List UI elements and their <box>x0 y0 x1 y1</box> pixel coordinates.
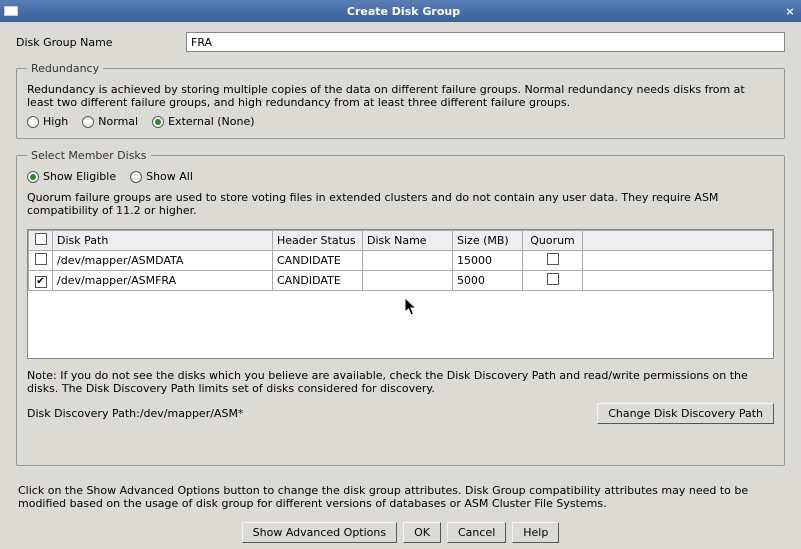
disk-group-name-label: Disk Group Name <box>16 36 186 49</box>
radio-icon <box>27 116 39 128</box>
header-status[interactable]: Header Status <box>273 231 363 251</box>
disk-table-wrap: Disk Path Header Status Disk Name Size (… <box>27 229 774 359</box>
cell-disk-name <box>363 251 453 271</box>
quorum-desc: Quorum failure groups are used to store … <box>27 191 774 217</box>
redundancy-normal[interactable]: Normal <box>82 115 138 128</box>
header-disk-name[interactable]: Disk Name <box>363 231 453 251</box>
redundancy-options: High Normal External (None) <box>27 115 774 128</box>
redundancy-group: Redundancy Redundancy is achieved by sto… <box>16 62 785 139</box>
redundancy-desc: Redundancy is achieved by storing multip… <box>27 83 774 109</box>
cell-path: /dev/mapper/ASMFRA <box>53 271 273 291</box>
cell-size: 15000 <box>453 251 523 271</box>
filter-all[interactable]: Show All <box>130 170 193 183</box>
disk-table: Disk Path Header Status Disk Name Size (… <box>28 230 773 291</box>
quorum-checkbox[interactable] <box>547 273 559 285</box>
cell-disk-name <box>363 271 453 291</box>
redundancy-high[interactable]: High <box>27 115 68 128</box>
radio-label: High <box>43 115 68 128</box>
cell-header-status: CANDIDATE <box>273 271 363 291</box>
quorum-checkbox[interactable] <box>547 253 559 265</box>
ok-button[interactable]: OK <box>403 522 441 543</box>
disk-group-name-row: Disk Group Name <box>16 32 785 52</box>
header-quorum[interactable]: Quorum <box>523 231 583 251</box>
member-disks-legend: Select Member Disks <box>27 149 151 162</box>
cancel-button[interactable]: Cancel <box>447 522 506 543</box>
window-title: Create Disk Group <box>24 5 783 18</box>
table-row[interactable]: /dev/mapper/ASMFRA CANDIDATE 5000 <box>29 271 773 291</box>
redundancy-legend: Redundancy <box>27 62 103 75</box>
header-size[interactable]: Size (MB) <box>453 231 523 251</box>
radio-label: Normal <box>98 115 138 128</box>
checkbox-icon <box>35 233 47 245</box>
window-icon <box>4 6 18 16</box>
member-filter: Show Eligible Show All <box>27 170 774 183</box>
discovery-label: Disk Discovery Path: <box>27 407 140 420</box>
radio-label: External (None) <box>168 115 254 128</box>
cell-header-status: CANDIDATE <box>273 251 363 271</box>
header-select-all[interactable] <box>29 231 53 251</box>
discovery-row: Disk Discovery Path: /dev/mapper/ASM* Ch… <box>27 403 774 424</box>
dialog-window: Create Disk Group × Disk Group Name Redu… <box>0 0 801 549</box>
radio-icon <box>82 116 94 128</box>
discovery-value: /dev/mapper/ASM* <box>140 407 244 420</box>
change-discovery-button[interactable]: Change Disk Discovery Path <box>597 403 774 424</box>
radio-label: Show Eligible <box>43 170 116 183</box>
discovery-note: Note: If you do not see the disks which … <box>27 369 774 395</box>
header-path[interactable]: Disk Path <box>53 231 273 251</box>
row-checkbox[interactable] <box>35 253 47 265</box>
radio-icon <box>152 116 164 128</box>
show-advanced-button[interactable]: Show Advanced Options <box>242 522 397 543</box>
row-checkbox[interactable] <box>35 276 47 288</box>
radio-label: Show All <box>146 170 193 183</box>
radio-icon <box>130 171 142 183</box>
help-button[interactable]: Help <box>512 522 559 543</box>
footer-text: Click on the Show Advanced Options butto… <box>18 484 783 510</box>
content: Disk Group Name Redundancy Redundancy is… <box>0 22 801 549</box>
filter-eligible[interactable]: Show Eligible <box>27 170 116 183</box>
close-icon[interactable]: × <box>783 5 797 18</box>
header-filler <box>583 231 773 251</box>
button-row: Show Advanced Options OK Cancel Help <box>16 522 785 543</box>
member-disks-group: Select Member Disks Show Eligible Show A… <box>16 149 785 466</box>
cell-size: 5000 <box>453 271 523 291</box>
radio-icon <box>27 171 39 183</box>
redundancy-external[interactable]: External (None) <box>152 115 254 128</box>
table-header-row: Disk Path Header Status Disk Name Size (… <box>29 231 773 251</box>
cell-path: /dev/mapper/ASMDATA <box>53 251 273 271</box>
table-row[interactable]: /dev/mapper/ASMDATA CANDIDATE 15000 <box>29 251 773 271</box>
disk-group-name-input[interactable] <box>186 32 785 52</box>
titlebar[interactable]: Create Disk Group × <box>0 0 801 22</box>
